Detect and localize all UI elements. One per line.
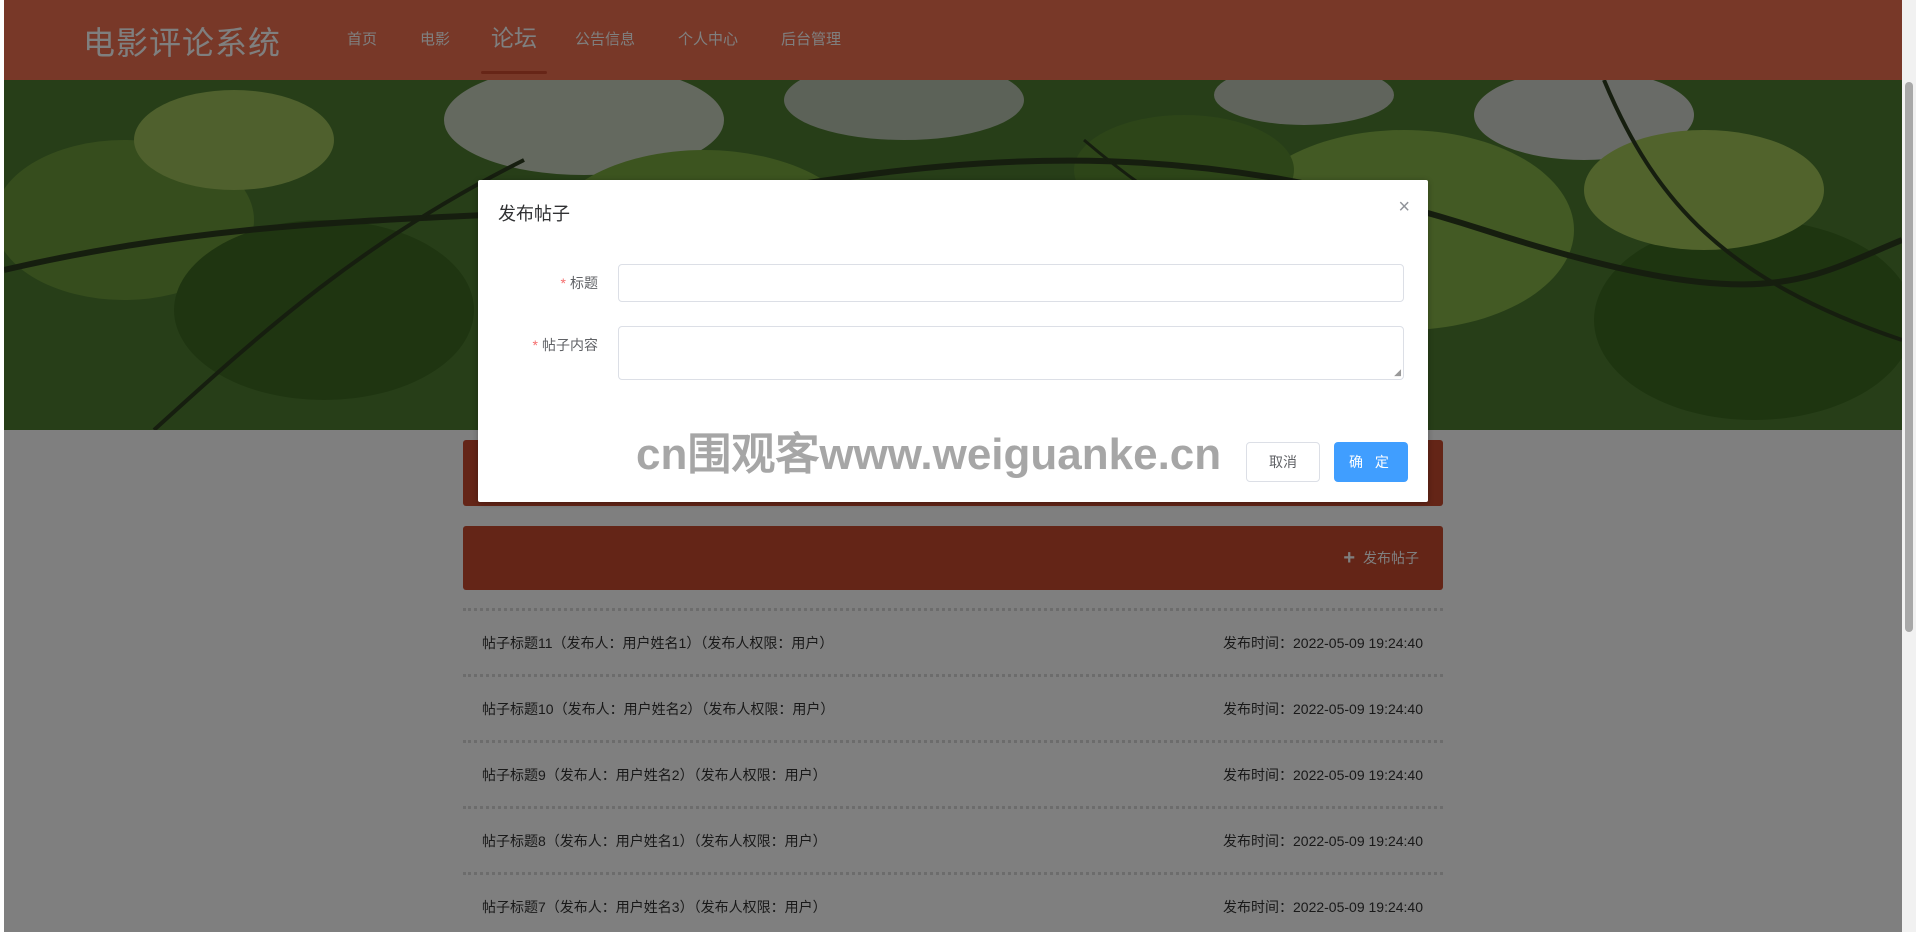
resize-handle-icon[interactable]: ◢ (1394, 367, 1401, 378)
title-label-text: 标题 (570, 275, 598, 291)
watermark: cn围观客www.weiguanke.cn (636, 430, 1222, 479)
content-field-label: * 帖子内容 (478, 335, 598, 355)
title-input[interactable] (618, 264, 1404, 302)
confirm-button[interactable]: 确 定 (1334, 442, 1408, 482)
scroll-thumb[interactable] (1905, 82, 1913, 632)
page: 电影评论系统 首页 电影 论坛 公告信息 个人中心 后台管理 (4, 0, 1902, 932)
page-scrollbar[interactable] (1902, 0, 1916, 932)
required-mark: * (532, 337, 538, 353)
required-mark: * (560, 275, 566, 291)
title-field-label: * 标题 (478, 273, 598, 293)
content-label-text: 帖子内容 (542, 337, 598, 353)
content-textarea[interactable]: ◢ (618, 326, 1404, 380)
close-icon[interactable]: × (1398, 196, 1410, 219)
dialog-title: 发布帖子 (498, 204, 570, 224)
cancel-button[interactable]: 取消 (1246, 442, 1320, 482)
